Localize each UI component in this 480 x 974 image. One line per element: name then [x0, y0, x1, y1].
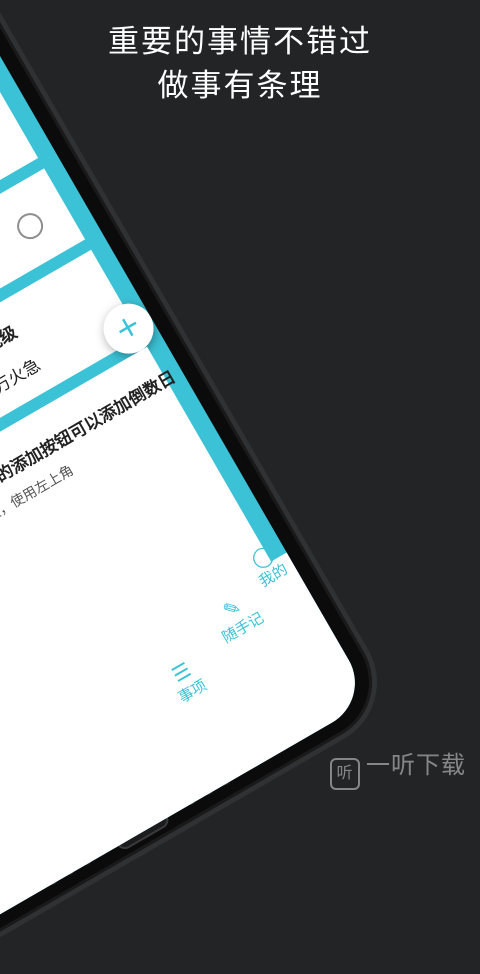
tab-events[interactable]: ☰ 事项 — [163, 655, 210, 707]
watermark-logo-icon: 听 — [330, 758, 360, 790]
headline-line-1: 重要的事情不错过 — [108, 24, 372, 60]
headline-line-2: 做事有条理 — [157, 68, 323, 104]
watermark-text: 一听下载 — [366, 751, 466, 779]
tab-notes[interactable]: ✎ 随手记 — [207, 588, 267, 648]
complete-checkbox[interactable] — [0, 126, 1, 163]
watermark: 听一听下载 — [330, 745, 466, 790]
complete-checkbox[interactable] — [12, 208, 48, 244]
